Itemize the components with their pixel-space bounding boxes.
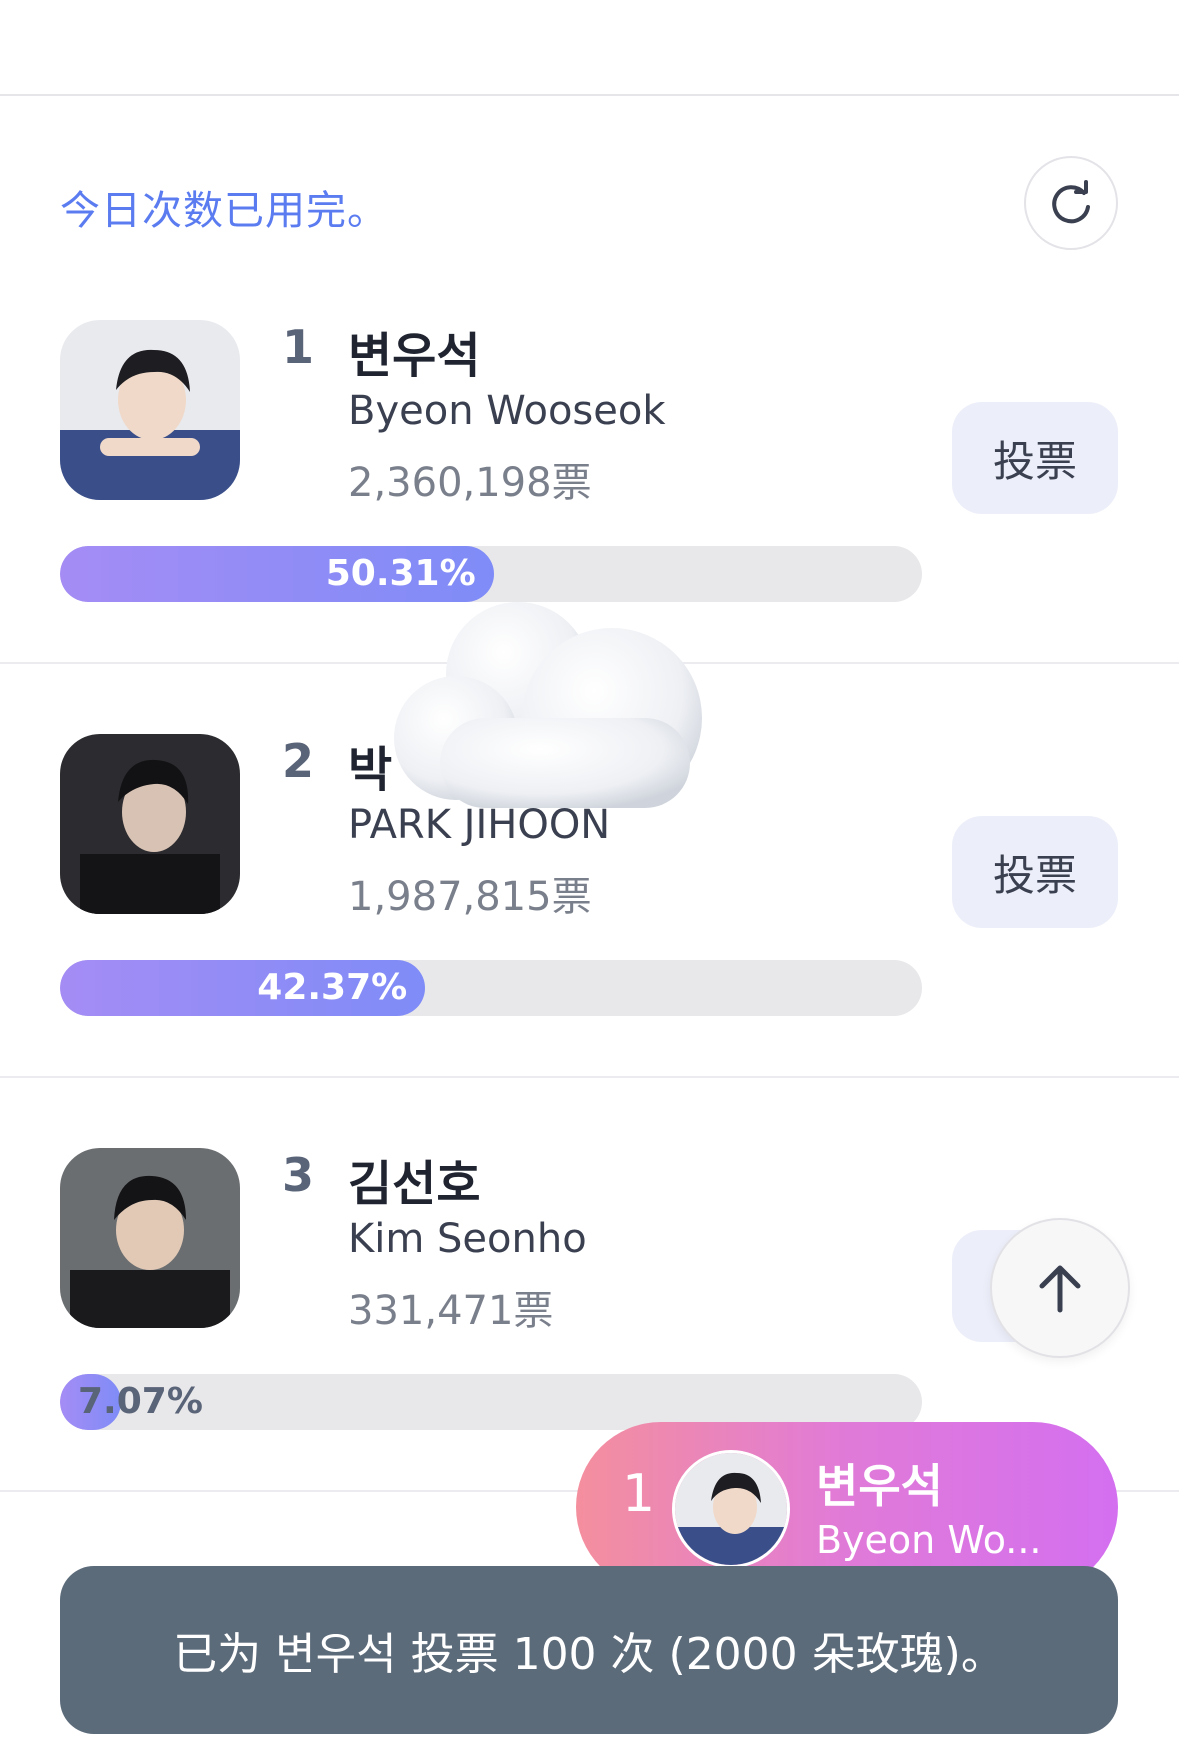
candidate-name-ko: 변우석 xyxy=(348,328,481,384)
vote-count: 331,471票 xyxy=(348,1288,554,1334)
daily-limit-notice: 今日次数已用完。 xyxy=(60,188,388,234)
vote-share-bar: 42.37% xyxy=(60,960,922,1016)
bottom-nav-partial xyxy=(0,1734,1179,1764)
leader-rank: 1 xyxy=(622,1464,656,1524)
candidate-name-en: Kim Seonho xyxy=(348,1216,587,1262)
leader-name-en: Byeon Wo... xyxy=(816,1518,1042,1562)
arrow-up-icon xyxy=(1039,1265,1081,1313)
candidate-name-ko: 김선호 xyxy=(348,1156,481,1212)
candidate-avatar[interactable] xyxy=(60,320,240,500)
vote-count: 2,360,198票 xyxy=(348,460,592,506)
top-bar xyxy=(0,0,1179,96)
rank-number: 2 xyxy=(282,734,315,788)
cloud-icon xyxy=(394,602,702,808)
vote-share-label: 42.37% xyxy=(257,967,408,1008)
rank-number: 3 xyxy=(282,1148,315,1202)
leader-avatar xyxy=(672,1450,790,1568)
leader-name-ko: 변우석 xyxy=(816,1459,943,1513)
vote-button[interactable]: 投票 xyxy=(952,402,1118,514)
scroll-to-top-button[interactable] xyxy=(990,1218,1130,1358)
rank-number: 1 xyxy=(282,320,315,374)
vote-button[interactable]: 投票 xyxy=(952,816,1118,928)
refresh-button[interactable] xyxy=(1024,156,1118,250)
vote-success-toast: 已为 변우석 投票 100 次 (2000 朵玫瑰)。 xyxy=(60,1566,1118,1734)
candidate-avatar[interactable] xyxy=(60,1148,240,1328)
vote-share-label: 7.07% xyxy=(78,1381,203,1422)
candidate-avatar[interactable] xyxy=(60,734,240,914)
vote-count: 1,987,815票 xyxy=(348,874,592,920)
candidate-name-en: Byeon Wooseok xyxy=(348,388,666,434)
refresh-icon xyxy=(1052,180,1090,224)
